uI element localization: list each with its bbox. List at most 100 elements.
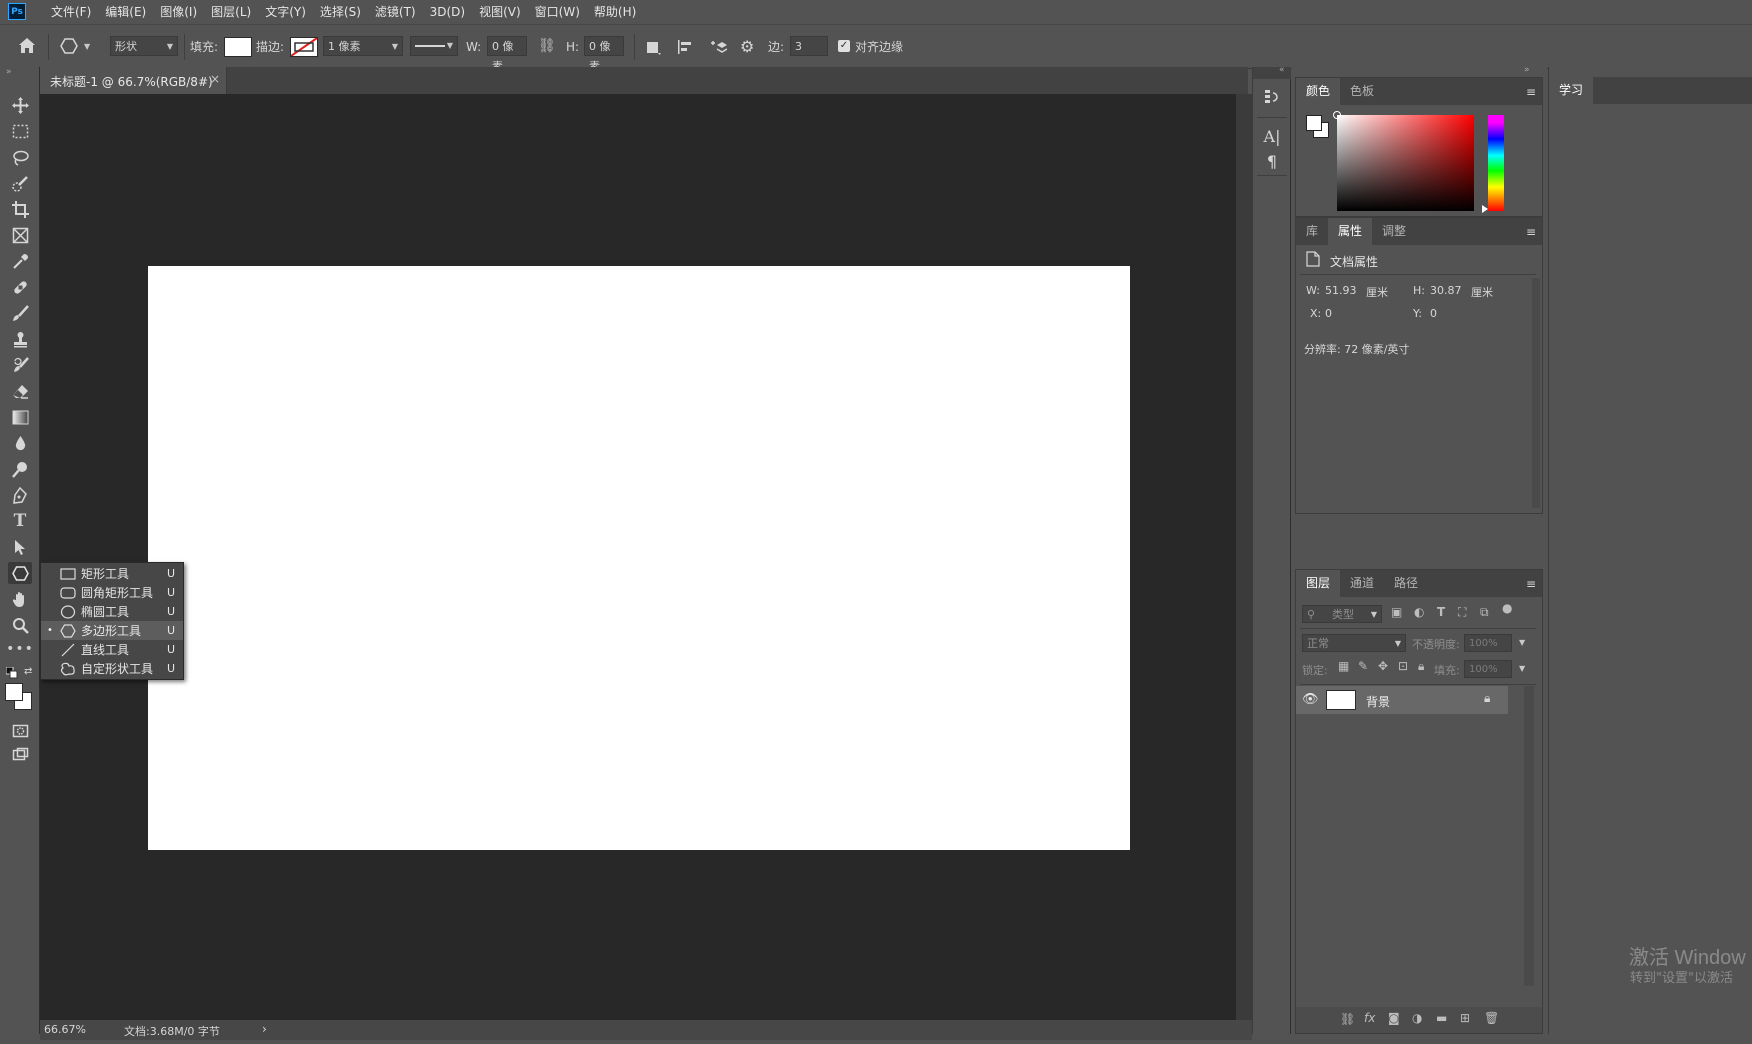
more-tools-icon[interactable]: ••• [6,638,33,660]
filter-shape-icon[interactable]: ⛶ [1458,605,1466,620]
link-layers-icon[interactable]: ⛓ [1340,1012,1355,1026]
height-input[interactable]: 0 像素 [584,36,624,73]
document-tab[interactable]: 未标题-1 @ 66.7%(RGB/8#) × [40,67,227,94]
history-panel-icon[interactable] [1260,85,1284,109]
link-icon[interactable]: ⛓ [538,38,556,54]
tab-swatches[interactable]: 色板 [1340,78,1384,105]
move-tool-icon[interactable] [8,94,32,116]
filter-toggle-icon[interactable]: ● [1502,601,1512,615]
foreground-color-swatch[interactable] [5,683,23,701]
adjustment-layer-icon[interactable]: ◑ [1412,1011,1422,1025]
x-prop-value[interactable]: 0 [1325,307,1332,320]
quick-mask-icon[interactable] [8,719,32,741]
zoom-tool-icon[interactable] [8,614,32,636]
tool-mode-select[interactable]: 形状 ▼ [110,36,178,56]
tool-preset-picker[interactable]: ▼ [60,38,90,54]
eyedropper-tool-icon[interactable] [8,250,32,272]
tab-properties[interactable]: 属性 [1328,218,1373,245]
status-menu-arrow-icon[interactable]: › [262,1022,267,1036]
lasso-tool-icon[interactable] [8,146,32,168]
width-input[interactable]: 0 像素 [487,36,527,73]
color-foreground-swatch[interactable] [1306,115,1322,131]
screen-mode-icon[interactable] [8,743,32,765]
dodge-tool-icon[interactable] [8,458,32,480]
menu-edit[interactable]: 编辑(E) [98,0,153,24]
fill-swatch[interactable] [224,37,252,57]
zoom-level[interactable]: 66.67% [44,1023,86,1036]
tab-color[interactable]: 颜色 [1296,78,1341,105]
height-prop-value[interactable]: 30.87 [1430,284,1462,297]
add-mask-icon[interactable]: ◙ [1388,1011,1400,1025]
marquee-tool-icon[interactable] [8,120,32,142]
flyout-item-line[interactable]: 直线工具 U [41,640,183,659]
frame-tool-icon[interactable] [8,224,32,246]
lock-artboard-icon[interactable]: ⊡ [1398,659,1408,673]
menu-select[interactable]: 选择(S) [313,0,368,24]
hue-slider-handle-icon[interactable] [1482,205,1488,213]
path-arrangement-icon[interactable] [707,37,728,60]
path-selection-tool-icon[interactable] [8,536,32,558]
color-field[interactable] [1333,111,1474,211]
tab-layers[interactable]: 图层 [1296,570,1341,597]
color-picker-cursor[interactable] [1333,111,1341,119]
flyout-item-rectangle[interactable]: 矩形工具 U [41,564,183,583]
width-prop-value[interactable]: 51.93 [1325,284,1357,297]
quick-selection-tool-icon[interactable] [8,172,32,194]
flyout-item-custom-shape[interactable]: 自定形状工具 U [41,659,183,678]
collapse-dock-icon[interactable]: « [1279,65,1285,75]
tab-paths[interactable]: 路径 [1384,570,1428,597]
eraser-tool-icon[interactable] [8,380,32,402]
opacity-input[interactable]: 100% [1464,634,1512,652]
path-alignment-icon[interactable] [676,38,694,59]
y-prop-value[interactable]: 0 [1430,307,1437,320]
lock-position-icon[interactable]: ✥ [1378,659,1388,673]
properties-scrollbar[interactable] [1532,278,1540,508]
vertical-scrollbar[interactable] [1236,94,1252,1020]
flyout-item-rounded-rectangle[interactable]: 圆角矩形工具 U [41,583,183,602]
document-canvas[interactable] [148,266,1130,850]
layer-name[interactable]: 背景 [1366,693,1390,710]
crop-tool-icon[interactable] [8,198,32,220]
gear-icon[interactable]: ⚙ [740,37,754,56]
collapse-toolbar-icon[interactable]: » [6,67,12,77]
collapse-panels-icon[interactable]: » [1524,65,1530,75]
flyout-item-ellipse[interactable]: 椭圆工具 U [41,602,183,621]
filter-adjustment-icon[interactable]: ◐ [1414,605,1424,619]
gradient-tool-icon[interactable] [8,406,32,428]
tab-adjustments[interactable]: 调整 [1372,218,1416,245]
pen-tool-icon[interactable] [8,484,32,506]
layer-lock-icon[interactable]: 🔒︎ [1484,691,1490,706]
lock-all-icon[interactable]: 🔒︎ [1418,659,1424,674]
sides-input[interactable]: 3 [790,36,828,56]
layers-scrollbar[interactable] [1524,686,1534,986]
type-tool-icon[interactable]: T [8,510,32,532]
chevron-down-icon[interactable]: ▼ [1519,638,1525,647]
filter-pixel-icon[interactable]: ▣ [1391,605,1402,619]
filter-type-icon[interactable]: T [1437,605,1445,619]
tab-libraries[interactable]: 库 [1296,218,1328,245]
fill-opacity-input[interactable]: 100% [1464,660,1512,678]
new-layer-icon[interactable]: ⊞ [1460,1011,1470,1025]
menu-file[interactable]: 文件(F) [44,0,98,24]
layer-filter-select[interactable]: ⚲ 类型 ▼ [1302,605,1382,623]
menu-image[interactable]: 图像(I) [153,0,204,24]
blur-tool-icon[interactable] [8,432,32,454]
chevron-down-icon[interactable]: ▼ [1519,664,1525,673]
menu-window[interactable]: 窗口(W) [528,0,587,24]
history-brush-tool-icon[interactable] [8,354,32,376]
menu-filter[interactable]: 滤镜(T) [368,0,423,24]
panel-menu-icon[interactable]: ≡ [1526,225,1536,239]
lock-pixels-icon[interactable]: ✎ [1358,659,1368,673]
swap-colors-icon[interactable]: ⇄ [24,666,32,677]
photoshop-logo-icon[interactable]: Ps [8,3,26,20]
path-operations-icon[interactable] [644,38,662,59]
align-edges-checkbox[interactable]: ✓ [838,40,850,52]
layer-style-icon[interactable]: fx [1364,1011,1375,1025]
menu-help[interactable]: 帮助(H) [587,0,643,24]
hue-slider[interactable] [1488,115,1504,211]
character-panel-icon[interactable]: A| [1260,124,1284,148]
menu-layer[interactable]: 图层(L) [204,0,258,24]
home-icon[interactable] [18,37,36,57]
stroke-type-select[interactable]: ▼ [410,36,458,56]
panel-menu-icon[interactable]: ≡ [1526,577,1536,591]
